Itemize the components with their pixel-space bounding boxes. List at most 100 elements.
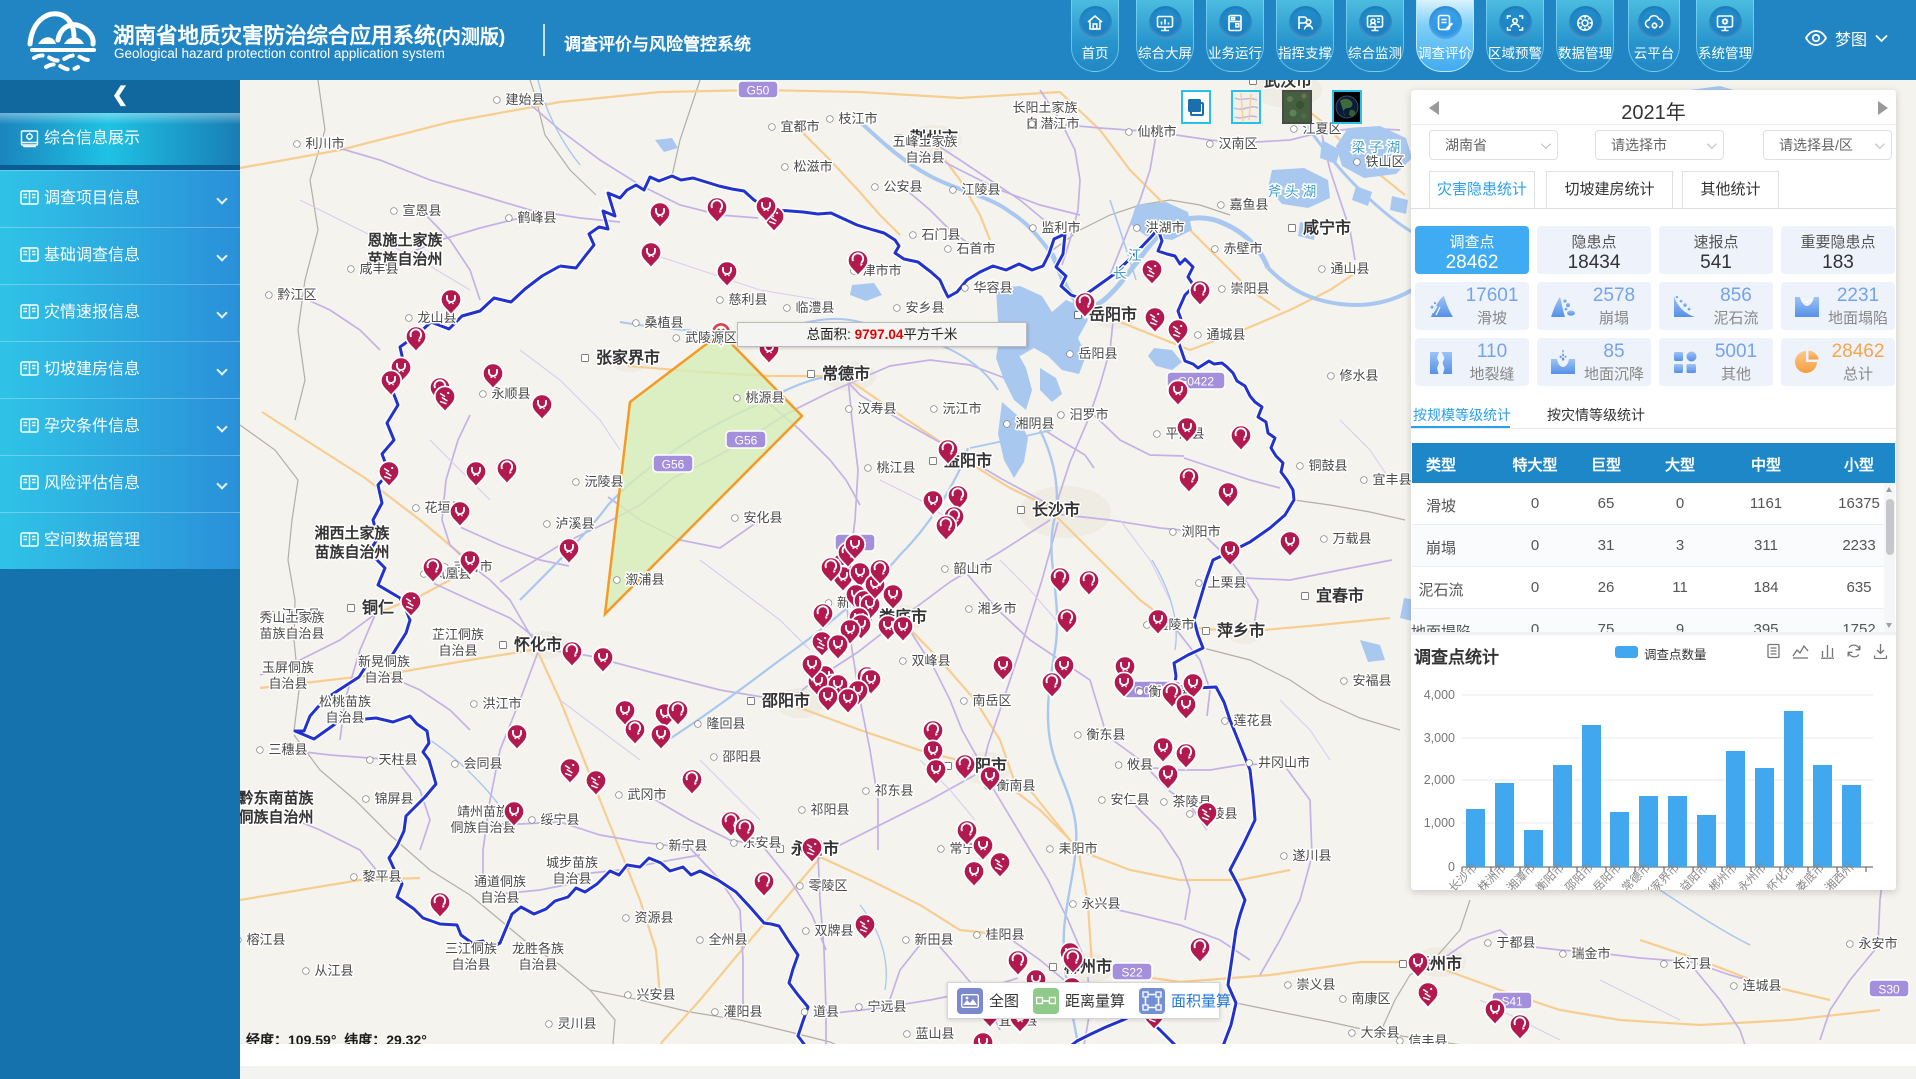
svg-text:苗族自治州: 苗族自治州: [314, 543, 389, 561]
svg-text:黔东南苗族: 黔东南苗族: [240, 789, 314, 807]
svg-text:4,000: 4,000: [1424, 688, 1455, 702]
svg-text:萍乡市: 萍乡市: [1217, 621, 1265, 640]
svg-text:梁子湖: 梁子湖: [1352, 140, 1405, 155]
svg-text:连城县: 连城县: [1742, 978, 1781, 993]
svg-text:长沙市: 长沙市: [1032, 500, 1080, 519]
svg-text:安乡县: 安乡县: [905, 300, 944, 315]
svg-text:安化县: 安化县: [743, 510, 782, 525]
svg-text:洪江市: 洪江市: [482, 696, 521, 711]
svg-text:铁山区: 铁山区: [1365, 154, 1404, 169]
svg-text:公安县: 公安县: [883, 179, 922, 194]
svg-text:三穗县: 三穗县: [268, 742, 307, 757]
svg-text:G56: G56: [662, 458, 685, 472]
svg-text:会同县: 会同县: [463, 756, 502, 771]
svg-text:瑞金市: 瑞金市: [1571, 946, 1610, 961]
svg-text:新宁县: 新宁县: [668, 838, 707, 853]
svg-text:岳阳市: 岳阳市: [1089, 305, 1137, 324]
svg-text:宜都市: 宜都市: [780, 119, 819, 134]
svg-text:常德市: 常德市: [822, 364, 870, 383]
svg-text:岳阳县: 岳阳县: [1078, 346, 1117, 361]
svg-text:宜春市: 宜春市: [1316, 586, 1364, 605]
svg-text:溆浦县: 溆浦县: [625, 572, 664, 587]
svg-text:桃源县: 桃源县: [745, 390, 784, 405]
svg-text:道县: 道县: [813, 1004, 839, 1019]
svg-text:咸宁市: 咸宁市: [1303, 218, 1351, 237]
svg-text:自治县: 自治县: [905, 150, 944, 165]
svg-text:铜鼓县: 铜鼓县: [1308, 458, 1347, 473]
svg-text:桑植县: 桑植县: [644, 315, 683, 330]
svg-text:零陵区: 零陵区: [808, 878, 847, 893]
svg-text:鹤峰县: 鹤峰县: [517, 210, 556, 225]
svg-text:韶山市: 韶山市: [953, 561, 992, 576]
svg-text:泸溪县: 泸溪县: [555, 516, 594, 531]
svg-text:自治县: 自治县: [552, 871, 591, 886]
svg-text:武冈市: 武冈市: [627, 787, 666, 802]
svg-text:遂川县: 遂川县: [1292, 848, 1331, 863]
svg-text:江陵县: 江陵县: [961, 182, 1000, 197]
svg-text:永顺县: 永顺县: [491, 386, 530, 401]
svg-text:宜丰县: 宜丰县: [1372, 472, 1411, 487]
svg-text:通道侗族: 通道侗族: [474, 874, 526, 889]
svg-text:万载县: 万载县: [1332, 531, 1371, 546]
svg-text:桃江县: 桃江县: [876, 460, 915, 475]
svg-text:攸县: 攸县: [1127, 757, 1153, 772]
svg-text:长汀县: 长汀县: [1672, 956, 1711, 971]
svg-text:汉南区: 汉南区: [1218, 136, 1257, 151]
svg-text:侗族自治县: 侗族自治县: [450, 820, 515, 835]
svg-text:宣恩县: 宣恩县: [402, 203, 441, 218]
svg-text:灵川县: 灵川县: [557, 1016, 596, 1031]
svg-text:嘉鱼县: 嘉鱼县: [1229, 197, 1268, 212]
svg-text:玉屏侗族: 玉屏侗族: [262, 660, 314, 675]
svg-text:芷江侗族: 芷江侗族: [432, 627, 484, 642]
svg-text:兴安县: 兴安县: [636, 987, 675, 1002]
svg-text:蓝山县: 蓝山县: [915, 1026, 954, 1041]
svg-text:咸丰县: 咸丰县: [359, 261, 398, 276]
svg-text:安仁县: 安仁县: [1110, 792, 1149, 807]
svg-text:宁远县: 宁远县: [867, 999, 906, 1014]
svg-text:G56: G56: [735, 434, 758, 448]
svg-text:建始县: 建始县: [505, 92, 544, 107]
svg-text:湘乡市: 湘乡市: [977, 601, 1016, 616]
svg-text:邵阳市: 邵阳市: [761, 691, 810, 710]
svg-text:通城县: 通城县: [1206, 327, 1245, 342]
svg-text:通山县: 通山县: [1330, 261, 1369, 276]
svg-text:新晃侗族: 新晃侗族: [358, 654, 410, 669]
svg-text:汉寿县: 汉寿县: [857, 401, 896, 416]
svg-text:长: 长: [1113, 266, 1127, 281]
svg-text:侗族自治州: 侗族自治州: [240, 808, 314, 826]
svg-text:赤壁市: 赤壁市: [1223, 241, 1262, 256]
svg-text:自治县: 自治县: [438, 643, 477, 658]
svg-text:石首市: 石首市: [956, 241, 995, 256]
svg-text:苗族自治县: 苗族自治县: [259, 626, 324, 641]
svg-text:从江县: 从江县: [314, 963, 353, 978]
svg-text:绥宁县: 绥宁县: [540, 812, 579, 827]
svg-text:监利市: 监利市: [1041, 220, 1080, 235]
svg-text:安福县: 安福县: [1352, 673, 1391, 688]
svg-text:3,000: 3,000: [1424, 731, 1455, 745]
svg-text:枝江市: 枝江市: [838, 111, 877, 126]
svg-text:邵阳县: 邵阳县: [722, 749, 761, 764]
svg-text:黔江区: 黔江区: [277, 287, 316, 302]
svg-text:沅陵县: 沅陵县: [584, 474, 623, 489]
svg-text:榕江县: 榕江县: [246, 932, 285, 947]
svg-text:桂阳县: 桂阳县: [985, 927, 1024, 942]
svg-text:大余县: 大余县: [1360, 1025, 1399, 1040]
svg-text:洪湖市: 洪湖市: [1145, 220, 1184, 235]
svg-text:靖州苗族: 靖州苗族: [457, 804, 509, 819]
svg-text:秀山土家族: 秀山土家族: [259, 610, 324, 625]
svg-text:恩施土家族: 恩施土家族: [367, 231, 443, 249]
svg-text:黎平县: 黎平县: [362, 869, 401, 884]
svg-text:于都县: 于都县: [1496, 935, 1535, 950]
svg-text:江: 江: [1128, 248, 1142, 263]
svg-text:湘阴县: 湘阴县: [1015, 416, 1054, 431]
svg-text:浏阳市: 浏阳市: [1181, 524, 1220, 539]
svg-text:津市市: 津市市: [862, 263, 901, 278]
svg-text:修水县: 修水县: [1339, 368, 1378, 383]
svg-text:斧头湖: 斧头湖: [1268, 184, 1321, 199]
svg-text:耒阳市: 耒阳市: [1058, 841, 1097, 856]
svg-text:自治县: 自治县: [480, 890, 519, 905]
svg-text:自治县: 自治县: [268, 676, 307, 691]
svg-text:上栗县: 上栗县: [1207, 575, 1246, 590]
svg-text:龙胜各族: 龙胜各族: [512, 941, 564, 956]
svg-text:0: 0: [1448, 860, 1455, 874]
